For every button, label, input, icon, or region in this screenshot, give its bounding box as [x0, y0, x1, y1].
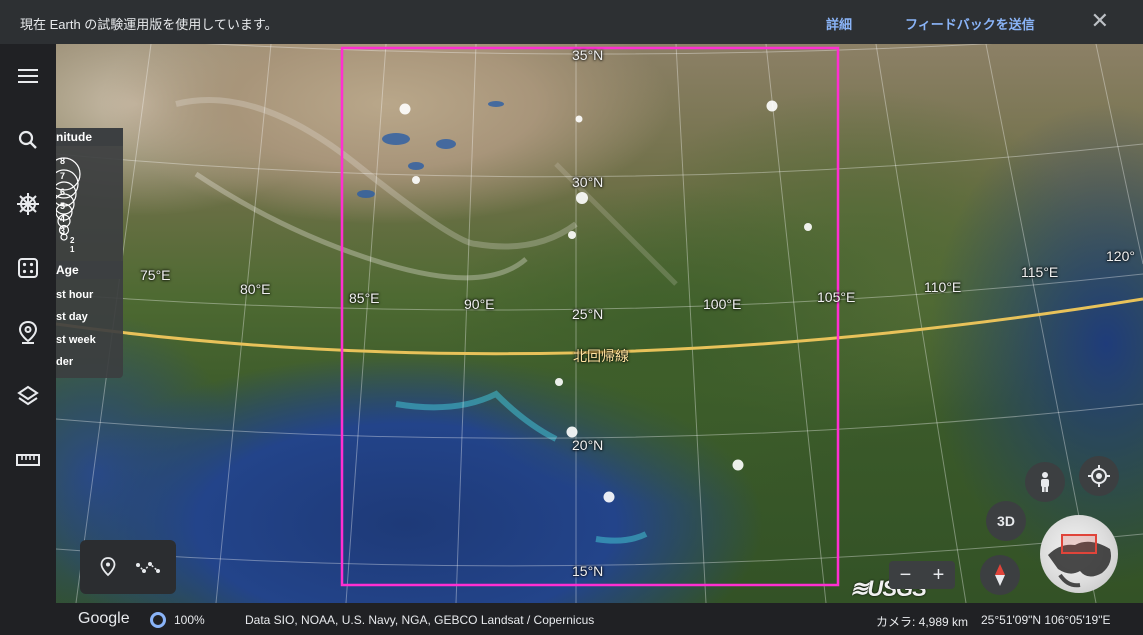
- legend-mag-7: 7: [60, 171, 66, 181]
- cursor-coordinates: 25°51'09"N 106°05'19"E: [981, 613, 1111, 627]
- data-attribution[interactable]: Data SIO, NOAA, U.S. Navy, NGA, GEBCO La…: [245, 613, 594, 627]
- lat-20-label: 20°N: [572, 437, 604, 453]
- map-overlay: [56, 44, 1143, 603]
- pegman-icon[interactable]: [1025, 462, 1065, 502]
- drawing-toolbox: [80, 540, 176, 594]
- legend-age-day: st day: [56, 311, 88, 323]
- tropic-of-cancer-label: 北回帰線: [573, 348, 629, 364]
- lon-90-label: 90°E: [464, 296, 495, 312]
- lon-85-label: 85°E: [349, 290, 380, 306]
- lon-105-label: 105°E: [817, 289, 856, 305]
- zoom-in-button[interactable]: +: [922, 561, 955, 589]
- magnitude-title: nitude: [56, 128, 123, 146]
- measure-ruler-icon[interactable]: [14, 446, 42, 474]
- banner-message: 現在 Earth の試験運用版を使用しています。: [20, 17, 278, 32]
- legend-mag-6: 6: [60, 187, 66, 197]
- experimental-banner: 現在 Earth の試験運用版を使用しています。 詳細 フィードバックを送信 ✕: [0, 0, 1143, 44]
- earth-map-view[interactable]: [56, 44, 1143, 603]
- map-style-layers-icon[interactable]: [14, 382, 42, 410]
- projects-pin-icon[interactable]: [14, 318, 42, 346]
- magnitude-circles: [56, 157, 81, 241]
- legend-age-week: st week: [56, 334, 96, 346]
- minimap-globe-drawing: [1048, 534, 1111, 588]
- voyager-wheel-icon[interactable]: [14, 190, 42, 218]
- sidebar: [0, 44, 56, 635]
- lon-75-label: 75°E: [140, 267, 171, 283]
- age-title: Age: [56, 261, 123, 279]
- lon-100-label: 100°E: [703, 296, 742, 312]
- legend-mag-5: 5: [60, 201, 66, 211]
- legend-mag-4: 4: [60, 214, 66, 224]
- zoom-out-button[interactable]: −: [889, 561, 922, 589]
- compass-icon[interactable]: [980, 555, 1020, 595]
- legend-mag-8: 8: [60, 156, 66, 166]
- minimap-globe[interactable]: [1040, 515, 1118, 593]
- legend-age-hour: st hour: [56, 289, 94, 301]
- lon-120-label: 120°: [1106, 248, 1135, 264]
- close-icon[interactable]: ✕: [1091, 10, 1109, 32]
- lon-115-label: 115°E: [1021, 264, 1059, 280]
- legend-mag-3: 3: [60, 226, 66, 236]
- loading-ring-icon: [150, 612, 166, 628]
- lat-35-label: 35°N: [572, 47, 604, 63]
- search-icon[interactable]: [14, 126, 42, 154]
- lon-110-label: 110°E: [924, 279, 962, 295]
- my-location-icon[interactable]: [1079, 456, 1119, 496]
- lat-15-label: 15°N: [572, 563, 604, 579]
- google-logo: Google: [78, 610, 130, 627]
- legend-age-older: der: [56, 356, 74, 368]
- legend-mag-2: 2: [70, 236, 75, 245]
- toggle-3d-button[interactable]: 3D: [986, 501, 1026, 541]
- status-bar: Google 100% Data SIO, NOAA, U.S. Navy, N…: [56, 603, 1143, 635]
- legend-mag-1: 1: [70, 245, 75, 254]
- feedback-link[interactable]: フィードバックを送信: [905, 14, 1035, 33]
- details-link[interactable]: 詳細: [826, 14, 852, 33]
- add-placemark-icon[interactable]: [95, 554, 121, 580]
- lon-80-label: 80°E: [240, 281, 271, 297]
- earthquake-legend: nitude 8 7 6 5 4 3 2 1 Age st hour st da…: [56, 128, 123, 378]
- lat-25-label: 25°N: [572, 306, 604, 322]
- zoom-control: − +: [889, 561, 955, 589]
- draw-path-icon[interactable]: [135, 554, 161, 580]
- feeling-lucky-dice-icon[interactable]: [14, 254, 42, 282]
- loading-percent: 100%: [174, 613, 205, 627]
- camera-altitude: カメラ: 4,989 km: [876, 615, 969, 629]
- menu-icon[interactable]: [14, 62, 42, 90]
- lat-30-label: 30°N: [572, 174, 604, 190]
